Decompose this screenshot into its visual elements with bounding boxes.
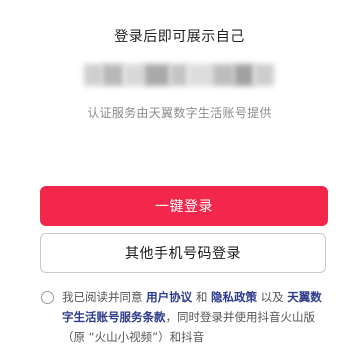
agreement-and2: 以及 [260, 290, 284, 304]
login-page: 登录后即可展示自己 认证服务由天翼数字生活账号提供 一键登录 其他手机号码登录 … [0, 0, 359, 361]
blur-segment [102, 64, 124, 86]
blur-segment [84, 64, 102, 86]
agreement-section: 我已阅读并同意 用户协议 和 隐私政策 以及 天翼数字生活账号服务条款，同时登录… [40, 287, 330, 347]
page-title: 登录后即可展示自己 [114, 29, 245, 45]
blur-segment [212, 64, 234, 86]
blur-segment [124, 64, 144, 86]
agreement-checkbox[interactable] [41, 291, 54, 304]
masked-phone-number [84, 60, 274, 90]
blur-segment [170, 64, 188, 86]
other-phone-login-button[interactable]: 其他手机号码登录 [40, 233, 326, 273]
user-agreement-link[interactable]: 用户协议 [146, 290, 192, 304]
agreement-prefix: 我已阅读并同意 [62, 290, 143, 304]
blur-segment [234, 64, 254, 86]
blur-segment [144, 64, 170, 86]
one-click-login-button[interactable]: 一键登录 [40, 186, 328, 226]
blur-segment [254, 64, 274, 86]
provider-note: 认证服务由天翼数字生活账号提供 [87, 106, 272, 120]
blur-segment [188, 64, 212, 86]
agreement-and: 和 [195, 290, 208, 304]
privacy-policy-link[interactable]: 隐私政策 [211, 290, 257, 304]
agreement-text: 我已阅读并同意 用户协议 和 隐私政策 以及 天翼数字生活账号服务条款，同时登录… [62, 287, 330, 347]
